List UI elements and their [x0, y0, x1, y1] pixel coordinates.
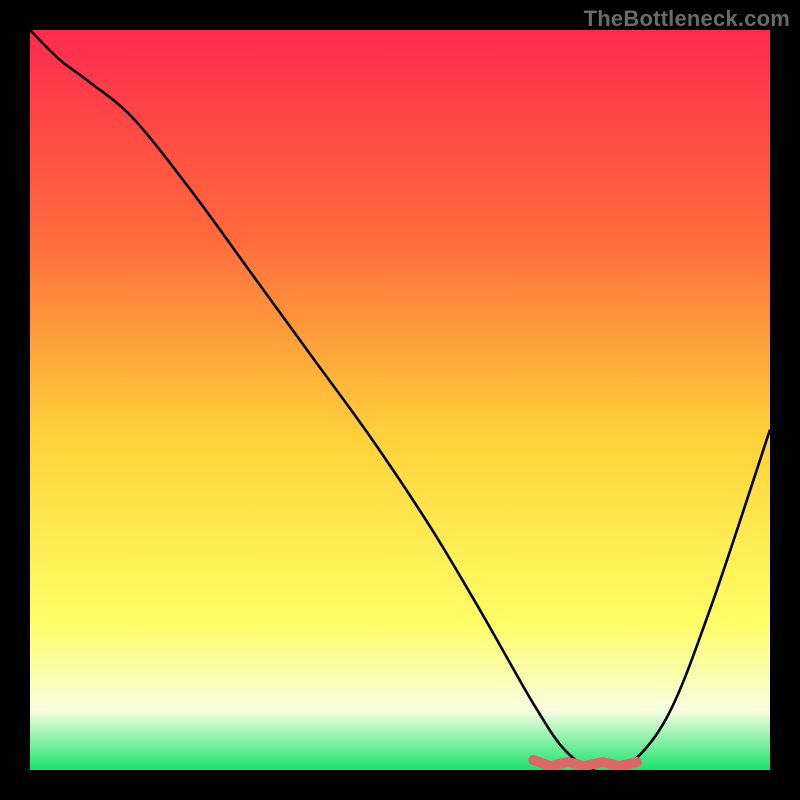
outer-frame: TheBottleneck.com: [0, 0, 800, 800]
minimum-highlight: [533, 760, 637, 766]
chart-svg: [30, 30, 770, 770]
watermark-text: TheBottleneck.com: [584, 6, 790, 32]
gradient-background: [30, 30, 770, 770]
chart-area: [30, 30, 770, 770]
